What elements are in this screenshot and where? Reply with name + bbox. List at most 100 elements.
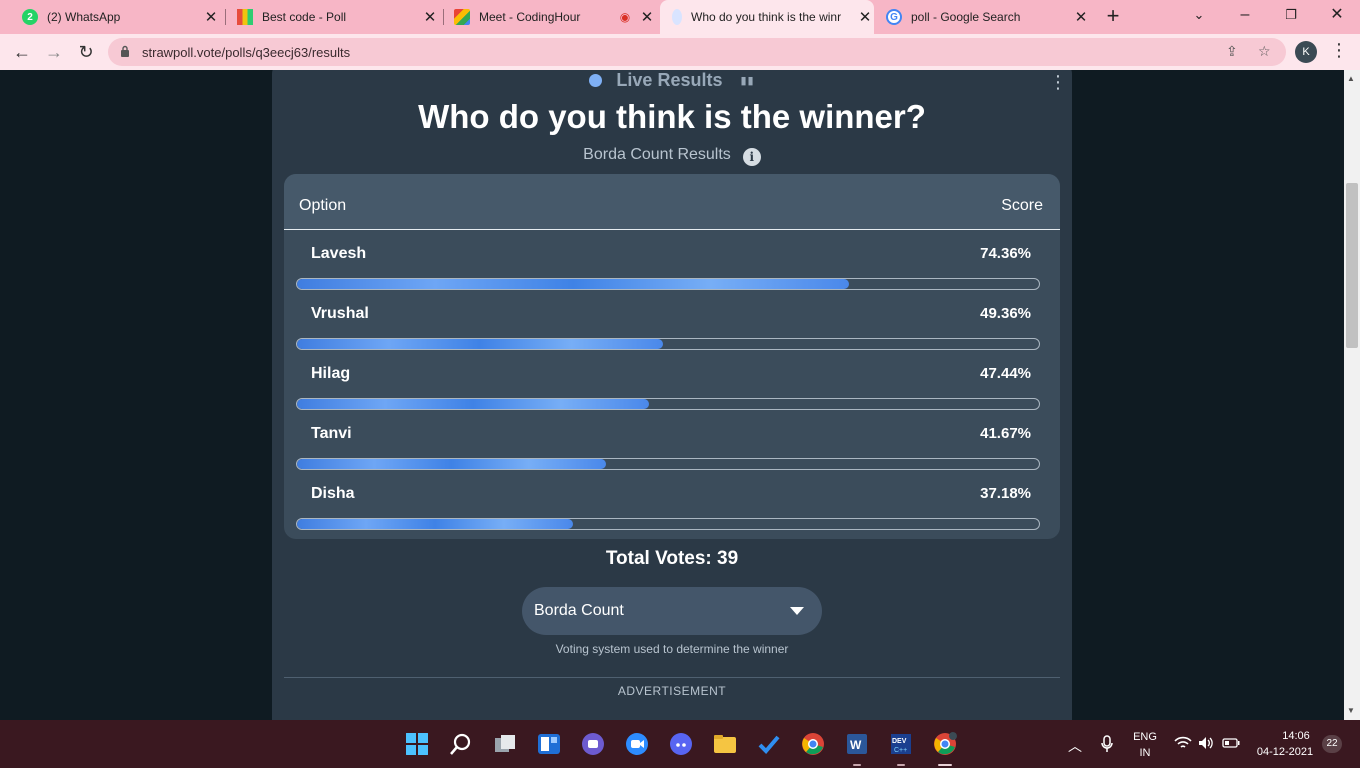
- score-bar-track: [296, 398, 1040, 410]
- option-name: Tanvi: [311, 425, 352, 442]
- zoom-icon[interactable]: [625, 732, 649, 756]
- result-row: Lavesh 74.36%: [284, 234, 1060, 294]
- option-name: Disha: [311, 485, 355, 502]
- microphone-icon[interactable]: [1100, 735, 1114, 753]
- tab-search-chevron-icon[interactable]: ⌄: [1184, 4, 1214, 28]
- score-bar-fill: [297, 459, 607, 469]
- svg-text:C++: C++: [894, 747, 907, 754]
- option-score: 47.44%: [980, 365, 1031, 382]
- browser-menu-icon[interactable]: ⋮: [1330, 40, 1348, 61]
- url-text[interactable]: strawpoll.vote/polls/q3eecj63/results: [142, 45, 350, 60]
- live-results-header: Live Results ▮▮: [272, 70, 1072, 91]
- close-tab-icon[interactable]: ✕: [202, 8, 220, 26]
- browser-tab-strip: 2 (2) WhatsApp ✕ Best code - Poll ✕ Meet…: [0, 0, 1360, 34]
- tab-strawpoll-active[interactable]: Who do you think is the winr ✕: [660, 0, 874, 34]
- scroll-up-arrow-icon[interactable]: ▲: [1347, 74, 1355, 83]
- task-view-icon[interactable]: [493, 732, 517, 756]
- svg-text:DEV: DEV: [892, 738, 907, 745]
- notification-count-badge[interactable]: 22: [1322, 735, 1342, 753]
- volume-icon[interactable]: [1198, 736, 1214, 750]
- poll-results-card: Live Results ▮▮ ⋮ Who do you think is the…: [272, 70, 1072, 720]
- whatsapp-icon: 2: [22, 9, 38, 25]
- results-table-header: Option Score: [284, 174, 1060, 230]
- chrome-icon[interactable]: [801, 732, 825, 756]
- dev-cpp-icon[interactable]: DEV C++: [889, 732, 913, 756]
- recording-icon: ◉: [619, 10, 631, 24]
- close-tab-icon[interactable]: ✕: [638, 8, 656, 26]
- result-row: Vrushal 49.36%: [284, 294, 1060, 354]
- option-name: Hilag: [311, 365, 351, 382]
- windows-taskbar: W DEV C++ ︿ ENG IN 14:06 04-12-2021 22: [0, 720, 1360, 768]
- minimize-button[interactable]: –: [1230, 4, 1260, 28]
- search-icon[interactable]: [449, 732, 473, 756]
- result-row: Tanvi 41.67%: [284, 414, 1060, 474]
- language-bottom[interactable]: IN: [1128, 747, 1162, 759]
- chrome-profile-icon[interactable]: [933, 732, 957, 756]
- card-menu-icon[interactable]: ⋮: [1049, 72, 1067, 93]
- tab-best-code-poll[interactable]: Best code - Poll ✕: [229, 0, 439, 34]
- clock-time[interactable]: 14:06: [1276, 730, 1316, 742]
- teams-chat-icon[interactable]: [581, 732, 605, 756]
- result-row: Disha 37.18%: [284, 474, 1060, 534]
- running-indicator: [853, 764, 861, 766]
- column-option: Option: [299, 197, 347, 214]
- score-bar-track: [296, 518, 1040, 530]
- wifi-icon[interactable]: [1174, 736, 1192, 750]
- page-content: Live Results ▮▮ ⋮ Who do you think is the…: [0, 70, 1344, 720]
- language-top[interactable]: ENG: [1128, 731, 1162, 743]
- score-bar-fill: [297, 339, 664, 349]
- todo-icon[interactable]: [757, 732, 781, 756]
- poll-chart-icon: [237, 9, 253, 25]
- close-tab-icon[interactable]: ✕: [856, 8, 874, 26]
- advertisement-label: ADVERTISEMENT: [617, 684, 727, 698]
- share-icon[interactable]: ⇪: [1226, 43, 1238, 60]
- tray-chevron-up-icon[interactable]: ︿: [1068, 736, 1082, 756]
- info-icon[interactable]: i: [742, 148, 761, 166]
- word-icon[interactable]: W: [845, 732, 869, 756]
- tab-title: (2) WhatsApp: [47, 10, 121, 24]
- option-name: Vrushal: [311, 305, 369, 322]
- caret-down-icon: [790, 607, 804, 615]
- google-meet-icon: [454, 9, 470, 25]
- voting-system-value: Borda Count: [534, 602, 624, 619]
- page-scrollbar[interactable]: ▲ ▼: [1344, 70, 1360, 720]
- close-tab-icon[interactable]: ✕: [421, 8, 439, 26]
- score-bar-fill: [297, 519, 573, 529]
- score-bar-track: [296, 338, 1040, 350]
- back-button[interactable]: ←: [10, 40, 34, 64]
- bookmark-star-icon[interactable]: ☆: [1258, 43, 1271, 60]
- tab-whatsapp[interactable]: 2 (2) WhatsApp ✕: [14, 0, 220, 34]
- result-row: Hilag 47.44%: [284, 354, 1060, 414]
- battery-icon[interactable]: [1222, 738, 1240, 748]
- restore-button[interactable]: ❐: [1276, 4, 1306, 28]
- clock-date[interactable]: 04-12-2021: [1250, 746, 1320, 758]
- tab-google-meet[interactable]: Meet - CodingHour ◉ ✕: [446, 0, 656, 34]
- profile-avatar[interactable]: K: [1295, 41, 1317, 63]
- live-results-label: Live Results: [616, 70, 723, 90]
- option-score: 41.67%: [980, 425, 1031, 442]
- running-indicator: [897, 764, 905, 766]
- omnibox[interactable]: strawpoll.vote/polls/q3eecj63/results ⇪ …: [108, 38, 1286, 66]
- widgets-icon[interactable]: [537, 732, 561, 756]
- reload-button[interactable]: ↻: [74, 40, 98, 64]
- file-explorer-icon[interactable]: [713, 732, 737, 756]
- pause-icon[interactable]: ▮▮: [740, 74, 754, 87]
- voting-system-select[interactable]: Borda Count: [522, 587, 822, 635]
- new-tab-button[interactable]: +: [1102, 5, 1124, 28]
- results-table: Option Score Lavesh 74.36% Vrushal 49.36% Hi…: [284, 174, 1060, 539]
- windows-start-icon[interactable]: [405, 732, 429, 756]
- score-bar-fill: [297, 399, 649, 409]
- tab-google-search[interactable]: G poll - Google Search ✕: [878, 0, 1090, 34]
- scroll-down-arrow-icon[interactable]: ▼: [1347, 706, 1355, 715]
- close-window-button[interactable]: ✕: [1322, 4, 1352, 28]
- forward-button[interactable]: →: [42, 40, 66, 64]
- poll-question: Who do you think is the winner?: [418, 98, 926, 135]
- option-score: 49.36%: [980, 305, 1031, 322]
- tab-title: Best code - Poll: [262, 10, 347, 24]
- strawpoll-icon: [672, 9, 682, 25]
- scrollbar-thumb[interactable]: [1346, 183, 1358, 348]
- discord-icon[interactable]: [669, 732, 693, 756]
- close-tab-icon[interactable]: ✕: [1072, 8, 1090, 26]
- column-score: Score: [1001, 197, 1043, 214]
- results-subtitle-text: Borda Count Results: [583, 146, 731, 163]
